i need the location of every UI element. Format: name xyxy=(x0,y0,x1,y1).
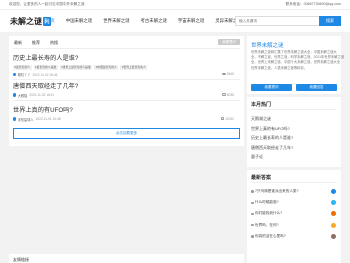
avatar xyxy=(331,233,336,239)
intro-line: 世界未解之谜，人类未解之谜等精彩。 xyxy=(251,65,308,70)
view-count: 8035 xyxy=(222,93,234,97)
hot-list: 天鹅湖之谜 世界上真的有UFO吗? 历史上最长寿的人是谁? 唐僧西天取经走了几年… xyxy=(251,114,293,162)
question-tags: #最长寿的人 #最长寿的人是谁 #世界上最长寿的人是谁 #中国最长寿的人 #世界… xyxy=(13,64,240,70)
search-input[interactable] xyxy=(235,16,319,26)
question-title[interactable]: 世界上真的有UFO吗? xyxy=(13,105,240,114)
hot-item[interactable]: 唐僧西天取经走了几年? xyxy=(251,143,293,153)
question-author[interactable]: 耀虹丫丫 xyxy=(18,72,31,77)
intro-title: 世界未解之谜 xyxy=(251,43,284,49)
bullet-icon xyxy=(251,223,254,227)
answer-item[interactable]: 什么时候能验? xyxy=(251,197,337,208)
load-more-button[interactable]: 点击加载更多 xyxy=(13,128,240,139)
question-meta: 耀虹丫丫 2022-11-02 16:46 9465 xyxy=(13,72,240,77)
answer-text[interactable]: 世界吗，在何? xyxy=(255,223,279,228)
latest-answers-card: 最新答案 7只乌鸦是谁派出来的人类? 什么时候能验? 你们能找到什么? 世界吗，… xyxy=(247,170,341,263)
hot-item[interactable]: 世界上真的有UFO吗? xyxy=(251,124,293,134)
intro-buttons: 我要提问 我要回答 xyxy=(251,84,341,91)
eye-icon xyxy=(222,72,226,76)
search-bar: 搜索 xyxy=(235,16,341,26)
top-bar: 欢迎您，让更多的人一起讨论中国中外未解之谜 联系电话：00667735600@q… xyxy=(0,0,350,10)
welcome-text: 欢迎您，让更多的人一起讨论中国中外未解之谜 xyxy=(9,2,85,6)
view-count-value: 9465 xyxy=(226,72,234,76)
divider xyxy=(13,99,240,101)
answer-text[interactable]: 你们能找到什么? xyxy=(255,211,282,216)
contact-text: 联系电话：00667735600@qq.com xyxy=(285,2,341,6)
question-feed: 最新 推荐 热搜 我要提问 历史上最长寿的人是谁? #最长寿的人 #最长寿的人是… xyxy=(9,36,244,146)
question-meta: 大眼猫 2022-11-02 16:41 8035 xyxy=(13,93,240,98)
question-date: 2022-11-02 16:46 xyxy=(32,72,58,77)
question-item[interactable]: 历史上最长寿的人是谁? #最长寿的人 #最长寿的人是谁 #世界上最长寿的人是谁 … xyxy=(13,53,240,80)
answers-heading: 最新答案 xyxy=(251,175,272,181)
avatar xyxy=(331,222,336,228)
hot-card: 本月热门 天鹅湖之谜 世界上真的有UFO吗? 历史上最长寿的人是谁? 唐僧西天取… xyxy=(247,97,341,167)
question-title[interactable]: 唐僧西天取经走了几年? xyxy=(13,81,240,90)
question-item[interactable]: 唐僧西天取经走了几年? 大眼猫 2022-11-02 16:41 8035 xyxy=(13,81,240,101)
question-date: 2022-11-01 10:48 xyxy=(35,117,61,121)
divider xyxy=(251,109,337,110)
question-tag[interactable]: #世界上最长寿的人 xyxy=(120,64,148,70)
friend-links-heading: 友情链接 xyxy=(13,257,29,262)
question-tag[interactable]: #最长寿的人是谁 xyxy=(33,64,58,70)
question-title[interactable]: 历史上最长寿的人是谁? xyxy=(13,53,240,62)
avatar xyxy=(331,200,336,206)
intro-description: 世界未解之谜网汇集了世界未解之谜大全，中国未解之谜大 全，不解之谜，世界之谜，科… xyxy=(251,50,344,71)
answer-button[interactable]: 我要回答 xyxy=(296,84,337,91)
hot-item[interactable]: 历史上最长寿的人是谁? xyxy=(251,133,293,143)
hot-item[interactable]: 量子论 xyxy=(251,152,293,162)
question-tag[interactable]: #世界上最长寿的人是谁 xyxy=(59,64,93,70)
view-count-value: 8035 xyxy=(226,92,234,97)
hot-item[interactable]: 天鹅湖之谜 xyxy=(251,114,293,124)
ask-button[interactable]: 我要提问 xyxy=(251,84,292,91)
bullet-icon xyxy=(251,201,254,205)
eye-icon xyxy=(220,117,225,120)
friend-links-card: 友情链接 xyxy=(9,254,244,263)
answer-item[interactable]: 7只乌鸦是谁派出来的人类? xyxy=(251,186,337,197)
view-count: 10032 xyxy=(220,116,234,121)
bullet-icon xyxy=(251,190,254,193)
site-logo[interactable]: 未解之谜 网 xyxy=(10,15,52,27)
logo-text: 未解之谜 xyxy=(10,16,42,26)
question-author[interactable]: 大眼猫 xyxy=(18,93,28,98)
answer-item[interactable]: 你们能找到什么? xyxy=(251,208,337,219)
bullet-icon xyxy=(251,212,254,216)
divider xyxy=(13,48,240,49)
question-date: 2022-11-02 16:41 xyxy=(29,93,55,97)
bullet-icon xyxy=(251,235,254,238)
nav-item-home[interactable]: 首页 xyxy=(46,10,55,32)
intro-line: 全，世界上未解之谜，中国十大未解之谜，世界未解之谜大全 xyxy=(251,60,341,65)
question-tag[interactable]: #中国最长寿的人 xyxy=(94,64,119,70)
eye-icon xyxy=(222,93,226,96)
answer-text[interactable]: 你真的活在心里吗? xyxy=(255,234,286,239)
nav-item-archaeology[interactable]: 考古未解之谜 xyxy=(141,10,167,32)
answer-item[interactable]: 世界吗，在何? xyxy=(251,220,337,231)
avatar xyxy=(13,93,17,97)
answer-item[interactable]: 你真的活在心里吗? xyxy=(251,231,337,242)
question-item[interactable]: 世界上真的有UFO吗? 未知星球人 2022-11-01 10:48 10032 xyxy=(13,105,240,122)
view-count: 9465 xyxy=(222,72,234,76)
header: 未解之谜 网 首页 中国未解之谜 世界未解之谜 考古未解之谜 宇宙未解之谜 灵异… xyxy=(0,10,350,32)
question-meta: 未知星球人 2022-11-01 10:48 10032 xyxy=(13,117,240,122)
nav-item-china[interactable]: 中国未解之谜 xyxy=(66,10,92,32)
avatar xyxy=(331,211,336,217)
avatar xyxy=(13,117,17,121)
nav-item-world[interactable]: 世界未解之谜 xyxy=(103,10,129,32)
divider xyxy=(251,182,337,183)
question-tag[interactable]: #最长寿的人 xyxy=(13,64,32,70)
divider xyxy=(13,79,240,80)
view-count-value: 10032 xyxy=(225,116,234,121)
answer-text[interactable]: 7只乌鸦是谁派出来的人类? xyxy=(255,189,299,194)
answers-list: 7只乌鸦是谁派出来的人类? 什么时候能验? 你们能找到什么? 世界吗，在何? 你… xyxy=(251,186,337,242)
nav-item-universe[interactable]: 宇宙未解之谜 xyxy=(178,10,204,32)
question-author[interactable]: 未知星球人 xyxy=(18,117,34,122)
answer-text[interactable]: 什么时候能验? xyxy=(255,200,279,205)
ask-question-button[interactable]: 我要提问 xyxy=(218,39,240,45)
avatar xyxy=(331,189,336,195)
search-button[interactable]: 搜索 xyxy=(319,16,341,26)
hot-heading: 本月热门 xyxy=(251,102,272,108)
main-nav: 首页 中国未解之谜 世界未解之谜 考古未解之谜 宇宙未解之谜 灵异未解之谜 xyxy=(46,10,253,32)
avatar xyxy=(13,72,17,77)
site-intro-card: 世界未解之谜 世界未解之谜网汇集了世界未解之谜大全，中国未解之谜大 全，不解之谜… xyxy=(247,36,344,94)
